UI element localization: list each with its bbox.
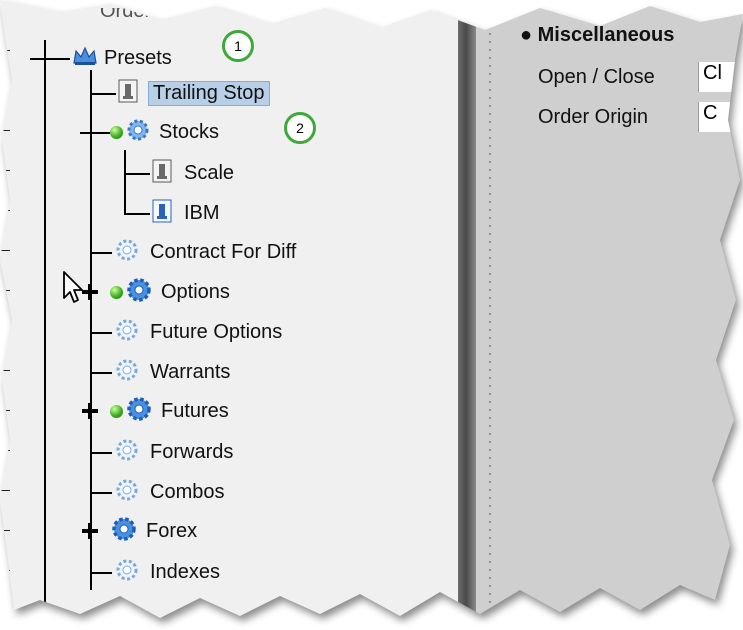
tree-node-contract-for-diff[interactable]: Contract For Diff	[114, 238, 296, 266]
tree-node-options[interactable]: Options	[110, 276, 230, 309]
tree-guide-line	[124, 150, 126, 215]
open-close-field[interactable]: Cl	[698, 62, 743, 92]
cursor-icon	[62, 270, 84, 309]
expand-icon[interactable]	[82, 403, 98, 419]
order-properties-panel: ● Miscellaneous Open / Close Cl Order Or…	[476, 0, 743, 618]
tree-node-indexes[interactable]: Indexes	[114, 558, 220, 586]
dotted-separator	[488, 30, 492, 618]
order-icon	[118, 79, 138, 108]
tree-connector	[90, 252, 112, 254]
orders-node-partial[interactable]: Orders	[100, 8, 161, 26]
pane-splitter[interactable]	[458, 0, 476, 618]
tree-connector	[124, 213, 150, 215]
tree-node-combos[interactable]: Combos	[114, 478, 224, 506]
order-icon-blue	[152, 199, 172, 228]
tree-connector	[30, 58, 70, 60]
tree-node-futures[interactable]: Futures	[110, 395, 229, 428]
preset-tree-panel: Orders Presets Trailing Stop Stocks Scal…	[0, 0, 458, 618]
tree-node-ibm[interactable]: IBM	[152, 199, 220, 227]
bullet-icon: ●	[520, 24, 538, 46]
ruler	[0, 40, 16, 618]
tree-connector	[90, 492, 112, 494]
order-origin-field[interactable]: C	[698, 102, 743, 132]
tree-connector	[90, 372, 112, 374]
torn-paper-region: Orders Presets Trailing Stop Stocks Scal…	[0, 0, 743, 618]
tree-node-presets[interactable]: Presets	[72, 44, 172, 72]
tree-guide-line	[44, 40, 46, 618]
tree-node-forex[interactable]: Forex	[110, 515, 197, 548]
screenshot-frame: Orders Presets Trailing Stop Stocks Scal…	[0, 0, 743, 630]
tree-connector	[90, 572, 112, 574]
tree-connector	[124, 173, 150, 175]
gear-icon	[114, 357, 140, 388]
callout-marker: 1	[222, 30, 254, 62]
tree-connector	[90, 93, 116, 95]
tree-guide-line	[90, 70, 92, 590]
crown-icon	[72, 45, 98, 72]
gear-icon	[114, 557, 140, 588]
order-icon	[152, 159, 172, 188]
gear-icon	[125, 117, 151, 148]
tree-node-scale[interactable]: Scale	[152, 159, 234, 187]
gear-icon	[114, 477, 140, 508]
field-label-open-close: Open / Close	[538, 66, 655, 88]
tree-node-trailing-stop[interactable]: Trailing Stop	[118, 79, 270, 107]
callout-marker: 2	[284, 112, 316, 144]
gear-icon	[114, 237, 140, 268]
gear-icon	[125, 395, 153, 428]
gear-icon	[110, 515, 138, 548]
tree-node-forwards[interactable]: Forwards	[114, 438, 233, 466]
green-ball-icon	[110, 285, 123, 299]
gear-icon	[125, 276, 153, 309]
section-title: ● Miscellaneous	[520, 24, 675, 46]
expand-icon[interactable]	[82, 523, 98, 539]
tree-connector	[80, 132, 110, 134]
expand-icon[interactable]	[82, 284, 98, 300]
tree-node-warrants[interactable]: Warrants	[114, 358, 230, 386]
tree-node-stocks[interactable]: Stocks	[110, 118, 219, 146]
gear-icon	[114, 437, 140, 468]
field-label-order-origin: Order Origin	[538, 106, 649, 128]
tree-connector	[90, 452, 112, 454]
tree-connector	[90, 332, 112, 334]
green-ball-icon	[110, 125, 123, 139]
gear-icon	[114, 317, 140, 348]
green-ball-icon	[110, 404, 123, 418]
tree-node-future-options[interactable]: Future Options	[114, 318, 282, 346]
